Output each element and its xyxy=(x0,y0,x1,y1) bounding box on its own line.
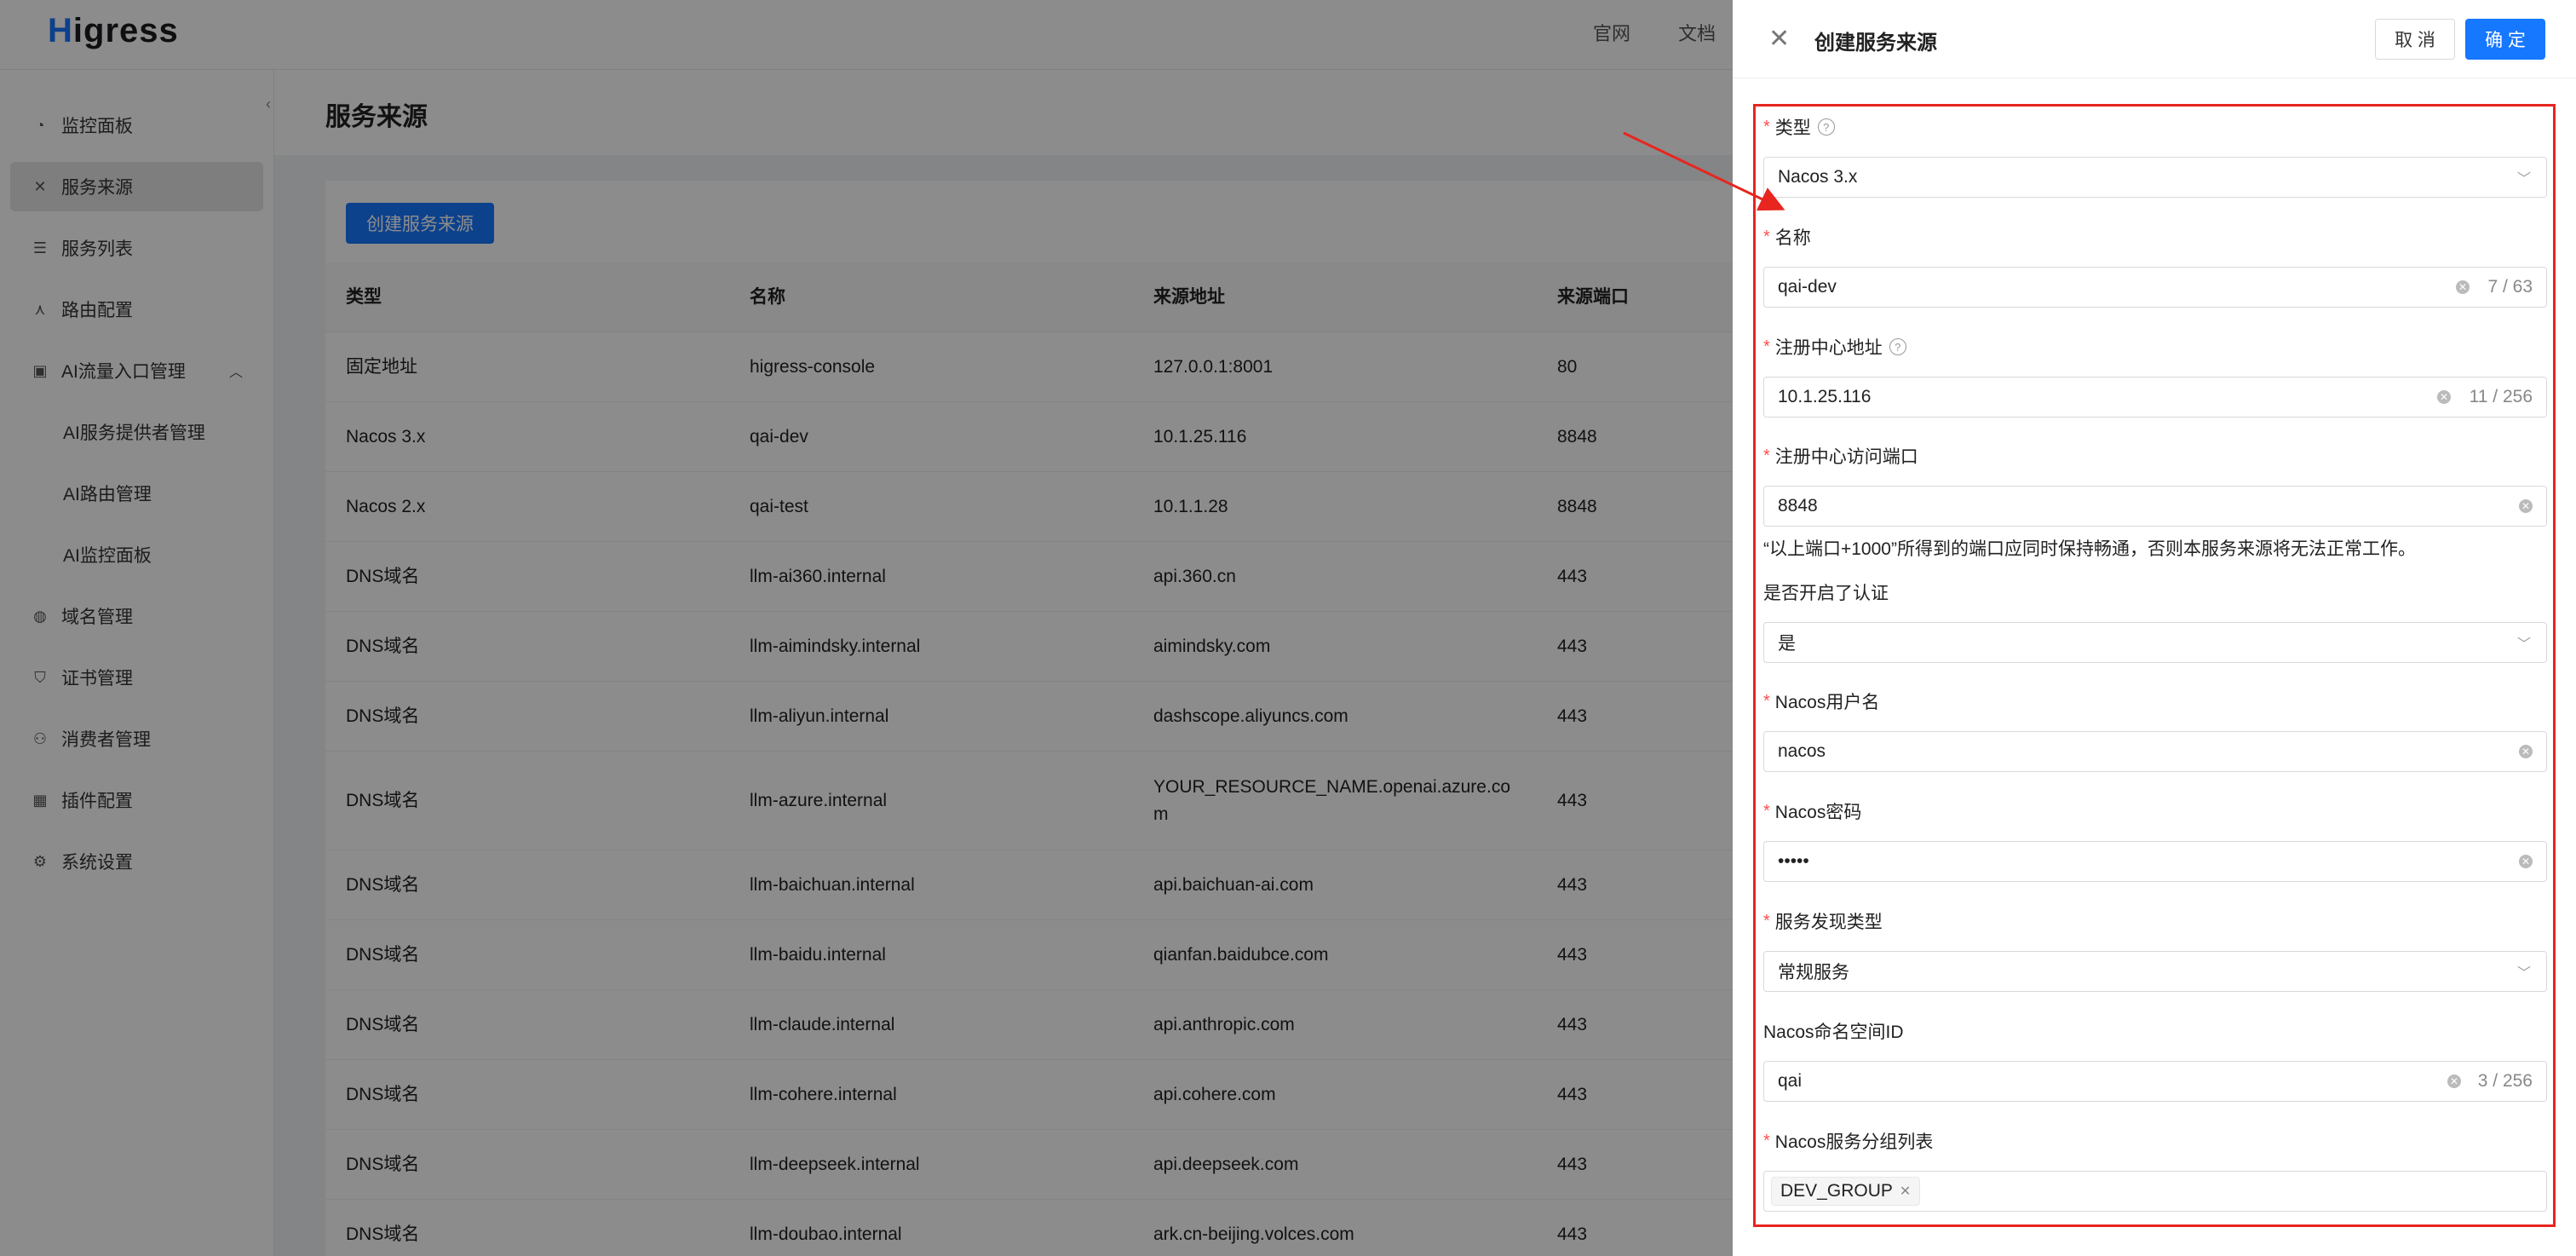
required-mark: * xyxy=(1763,227,1770,246)
field-discovery-type: * 服务发现类型 常规服务 ﹀ xyxy=(1763,908,2547,992)
nacos-groups-select[interactable]: DEV_GROUP ✕ xyxy=(1763,1171,2547,1212)
close-icon[interactable]: ✕ xyxy=(1768,24,1790,54)
field-type: * 类型? Nacos 3.x ﹀ xyxy=(1763,114,2547,198)
help-icon[interactable]: ? xyxy=(1889,338,1906,355)
required-mark: * xyxy=(1763,911,1770,930)
registry-port-input[interactable]: 8848 ✕ xyxy=(1763,486,2547,527)
clear-icon[interactable]: ✕ xyxy=(2437,390,2451,404)
clear-icon[interactable]: ✕ xyxy=(2519,499,2533,513)
field-nacos-password: * Nacos密码 ••••• ✕ xyxy=(1763,798,2547,882)
auth-enabled-select[interactable]: 是 ﹀ xyxy=(1763,622,2547,663)
required-mark: * xyxy=(1763,1131,1770,1150)
registry-address-input[interactable]: 10.1.25.116 ✕ 11 / 256 xyxy=(1763,377,2547,418)
confirm-button[interactable]: 确 定 xyxy=(2465,19,2545,60)
clear-icon[interactable]: ✕ xyxy=(2447,1075,2461,1088)
field-nacos-groups: * Nacos服务分组列表 DEV_GROUP ✕ xyxy=(1763,1128,2547,1212)
field-nacos-username: * Nacos用户名 nacos ✕ xyxy=(1763,688,2547,772)
create-service-source-drawer: ✕ 创建服务来源 取 消 确 定 * 类型? Nacos 3.x ﹀ * 名称 qai… xyxy=(1733,0,2576,1256)
field-nacos-namespace: Nacos命名空间ID qai ✕ 3 / 256 xyxy=(1763,1018,2547,1102)
port-hint: “以上端口+1000”所得到的端口应同时保持畅通，否则本服务来源将无法正常工作。 xyxy=(1763,539,2416,559)
drawer-header: ✕ 创建服务来源 取 消 确 定 xyxy=(1733,0,2576,78)
nacos-username-input[interactable]: nacos ✕ xyxy=(1763,731,2547,772)
field-name: * 名称 qai-dev ✕ 7 / 63 xyxy=(1763,224,2547,308)
required-mark: * xyxy=(1763,337,1770,356)
field-registry-port: * 注册中心访问端口 8848 ✕ “以上端口+1000”所得到的端口应同时保持畅通… xyxy=(1763,443,2547,561)
tag-close-icon[interactable]: ✕ xyxy=(1900,1183,1911,1200)
chevron-down-icon: ﹀ xyxy=(2516,966,2531,981)
chevron-down-icon: ﹀ xyxy=(2516,172,2531,187)
field-registry-address: * 注册中心地址? 10.1.25.116 ✕ 11 / 256 xyxy=(1763,334,2547,418)
nacos-namespace-input[interactable]: qai ✕ 3 / 256 xyxy=(1763,1061,2547,1102)
type-select[interactable]: Nacos 3.x ﹀ xyxy=(1763,157,2547,198)
nacos-password-input[interactable]: ••••• ✕ xyxy=(1763,841,2547,882)
cancel-button[interactable]: 取 消 xyxy=(2375,19,2455,60)
required-mark: * xyxy=(1763,691,1770,711)
group-tag: DEV_GROUP ✕ xyxy=(1771,1177,1921,1206)
modal-mask[interactable] xyxy=(0,0,1733,1256)
clear-icon[interactable]: ✕ xyxy=(2519,745,2533,758)
required-mark: * xyxy=(1763,117,1770,136)
required-mark: * xyxy=(1763,446,1770,465)
clear-icon[interactable]: ✕ xyxy=(2456,280,2470,294)
char-count: 3 / 256 xyxy=(2477,1071,2533,1091)
clear-icon[interactable]: ✕ xyxy=(2519,855,2533,868)
char-count: 7 / 63 xyxy=(2487,277,2533,297)
drawer-title: 创建服务来源 xyxy=(1814,32,1937,55)
help-icon[interactable]: ? xyxy=(1817,118,1835,135)
field-auth-enabled: 是否开启了认证 是 ﹀ xyxy=(1763,579,2547,663)
required-mark: * xyxy=(1763,801,1770,821)
page: Higress 官网 文档 ◔ 监控面板 ✕ 服务来源 ☰ 服务列表 ⋏ 路由配置 ▣ A… xyxy=(0,0,2576,1256)
chevron-down-icon: ﹀ xyxy=(2516,637,2531,652)
name-input[interactable]: qai-dev ✕ 7 / 63 xyxy=(1763,267,2547,308)
discovery-type-select[interactable]: 常规服务 ﹀ xyxy=(1763,951,2547,992)
char-count: 11 / 256 xyxy=(2469,387,2533,406)
